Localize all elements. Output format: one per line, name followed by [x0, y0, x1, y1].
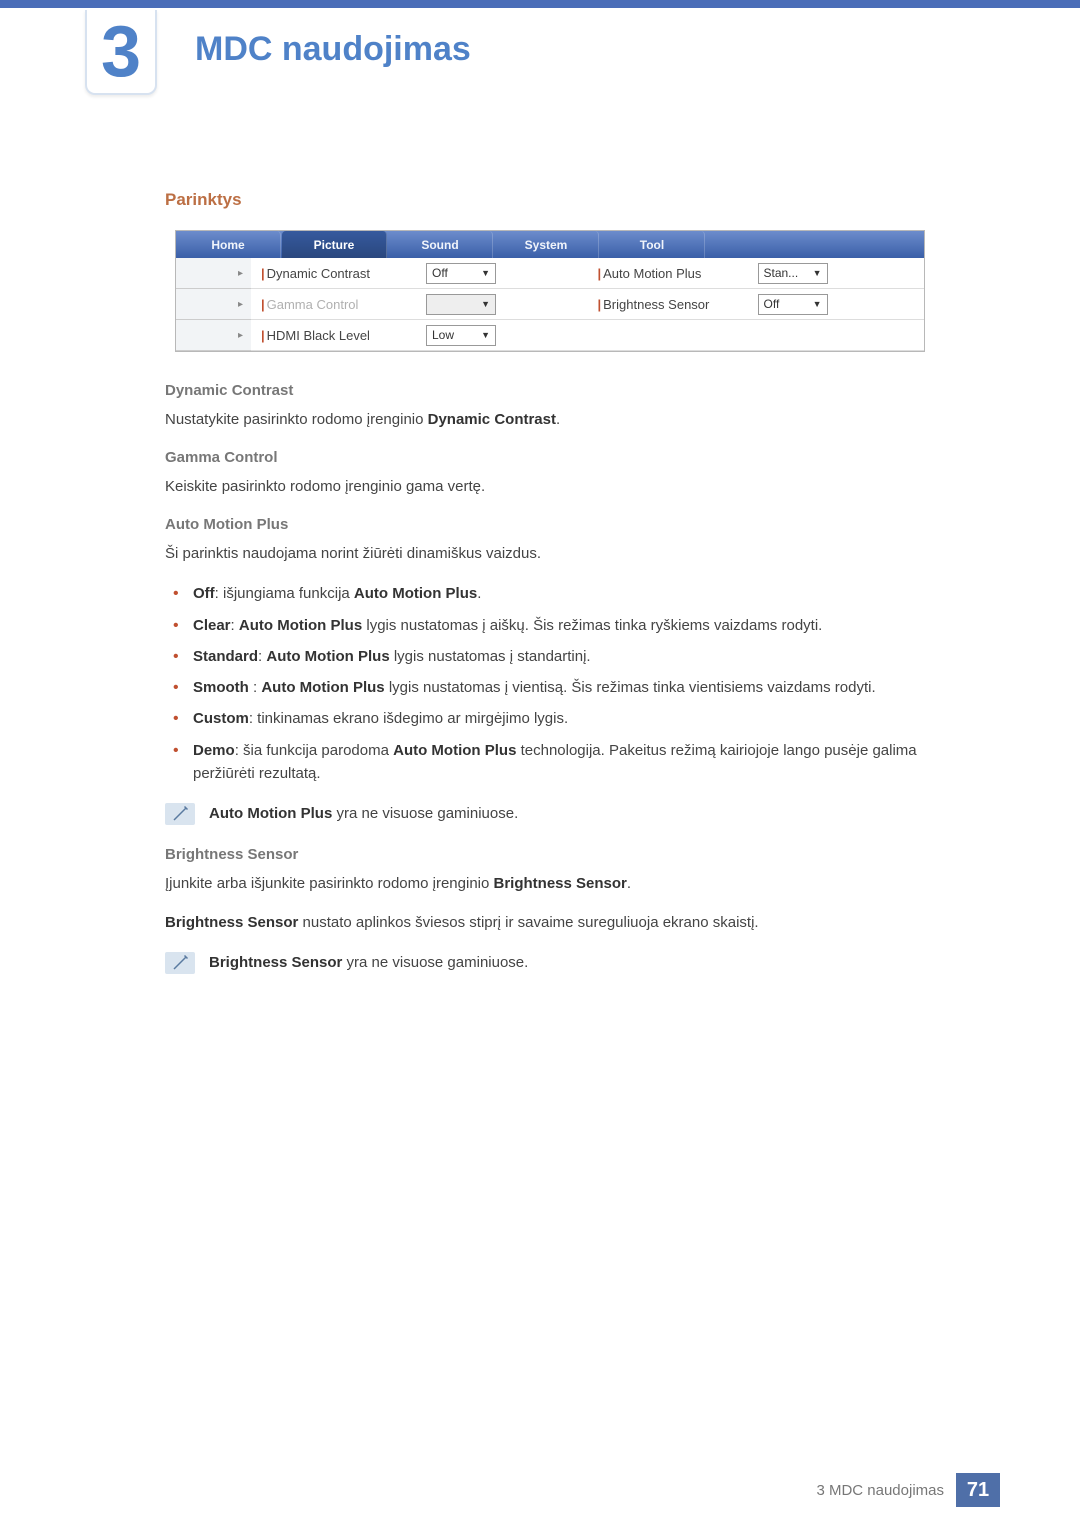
chapter-number: 3 [101, 16, 141, 88]
gamma-control-select: ▼ [426, 294, 496, 315]
brightness-sensor-select[interactable]: Off▼ [758, 294, 828, 315]
list-item: Standard: Auto Motion Plus lygis nustato… [165, 645, 935, 668]
tab-label: System [525, 238, 568, 252]
brightness-sensor-p1: Įjunkite arba išjunkite pasirinkto rodom… [165, 873, 935, 895]
gamma-control-heading: Gamma Control [165, 449, 935, 466]
field-hdmi-black-level: |HDMI Black Level Low▼ [251, 320, 588, 351]
tab-label: Tool [640, 238, 664, 252]
field-empty [588, 320, 925, 351]
side-column: ▸ ▸ ▸ [176, 258, 251, 351]
note-icon [165, 952, 195, 974]
content-area: Parinktys Home Picture Sound System Tool… [165, 190, 935, 995]
auto-motion-plus-intro: Ši parinktis naudojama norint žiūrėti di… [165, 543, 935, 565]
field-brightness-sensor: |Brightness Sensor Off▼ [588, 289, 925, 320]
tab-label: Picture [314, 238, 355, 252]
dynamic-contrast-heading: Dynamic Contrast [165, 382, 935, 399]
tab-label: Sound [421, 238, 458, 252]
note-text: Brightness Sensor yra ne visuose gaminiu… [209, 952, 528, 975]
fields-right: |Auto Motion Plus Stan...▼ |Brightness S… [588, 258, 925, 351]
page-number: 71 [956, 1473, 1000, 1507]
dynamic-contrast-select[interactable]: Off▼ [426, 263, 496, 284]
tab-picture[interactable]: Picture [282, 231, 387, 258]
field-dynamic-contrast: |Dynamic Contrast Off▼ [251, 258, 588, 289]
brightness-sensor-p2: Brightness Sensor nustato aplinkos švies… [165, 912, 935, 934]
chevron-down-icon: ▼ [813, 299, 822, 309]
field-label: |HDMI Black Level [251, 328, 426, 343]
footer-text: 3 MDC naudojimas [816, 1482, 944, 1499]
settings-tabs-mock: Home Picture Sound System Tool ▸ ▸ ▸ |Dy… [175, 230, 925, 352]
page-footer: 3 MDC naudojimas 71 [816, 1473, 1000, 1507]
gamma-control-text: Keiskite pasirinkto rodomo įrenginio gam… [165, 476, 935, 498]
fields-left: |Dynamic Contrast Off▼ |Gamma Control ▼ … [251, 258, 588, 351]
brightness-sensor-note: Brightness Sensor yra ne visuose gaminiu… [165, 952, 935, 975]
auto-motion-plus-list: Off: išjungiama funkcija Auto Motion Plu… [165, 582, 935, 785]
field-label: |Gamma Control [251, 297, 426, 312]
side-row[interactable]: ▸ [176, 258, 251, 289]
dynamic-contrast-text: Nustatykite pasirinkto rodomo įrenginio … [165, 409, 935, 431]
field-auto-motion-plus: |Auto Motion Plus Stan...▼ [588, 258, 925, 289]
field-gamma-control: |Gamma Control ▼ [251, 289, 588, 320]
list-item: Custom: tinkinamas ekrano išdegimo ar mi… [165, 707, 935, 730]
chevron-down-icon: ▼ [813, 268, 822, 278]
list-item: Demo: šia funkcija parodoma Auto Motion … [165, 739, 935, 786]
section-title: Parinktys [165, 190, 935, 210]
header-bar [0, 0, 1080, 8]
chapter-title: MDC naudojimas [195, 30, 471, 69]
tab-sound[interactable]: Sound [388, 231, 493, 258]
ui-body: ▸ ▸ ▸ |Dynamic Contrast Off▼ |Gamma Cont… [176, 258, 924, 351]
auto-motion-plus-heading: Auto Motion Plus [165, 516, 935, 533]
tab-tool[interactable]: Tool [600, 231, 705, 258]
brightness-sensor-heading: Brightness Sensor [165, 846, 935, 863]
tabs-row: Home Picture Sound System Tool [176, 231, 924, 258]
field-label: |Dynamic Contrast [251, 266, 426, 281]
field-label: |Auto Motion Plus [588, 266, 758, 281]
hdmi-black-level-select[interactable]: Low▼ [426, 325, 496, 346]
list-item: Clear: Auto Motion Plus lygis nustatomas… [165, 614, 935, 637]
auto-motion-plus-select[interactable]: Stan...▼ [758, 263, 828, 284]
tab-home[interactable]: Home [176, 231, 281, 258]
field-label: |Brightness Sensor [588, 297, 758, 312]
tab-system[interactable]: System [494, 231, 599, 258]
chapter-badge: 3 [85, 10, 157, 95]
note-icon [165, 803, 195, 825]
list-item: Smooth : Auto Motion Plus lygis nustatom… [165, 676, 935, 699]
tab-label: Home [211, 238, 244, 252]
chevron-down-icon: ▼ [481, 330, 490, 340]
auto-motion-plus-note: Auto Motion Plus yra ne visuose gaminiuo… [165, 803, 935, 826]
chevron-down-icon: ▼ [481, 268, 490, 278]
chevron-down-icon: ▼ [481, 299, 490, 309]
side-row[interactable]: ▸ [176, 320, 251, 351]
side-row[interactable]: ▸ [176, 289, 251, 320]
list-item: Off: išjungiama funkcija Auto Motion Plu… [165, 582, 935, 605]
tabs-filler [706, 231, 924, 258]
note-text: Auto Motion Plus yra ne visuose gaminiuo… [209, 803, 518, 826]
